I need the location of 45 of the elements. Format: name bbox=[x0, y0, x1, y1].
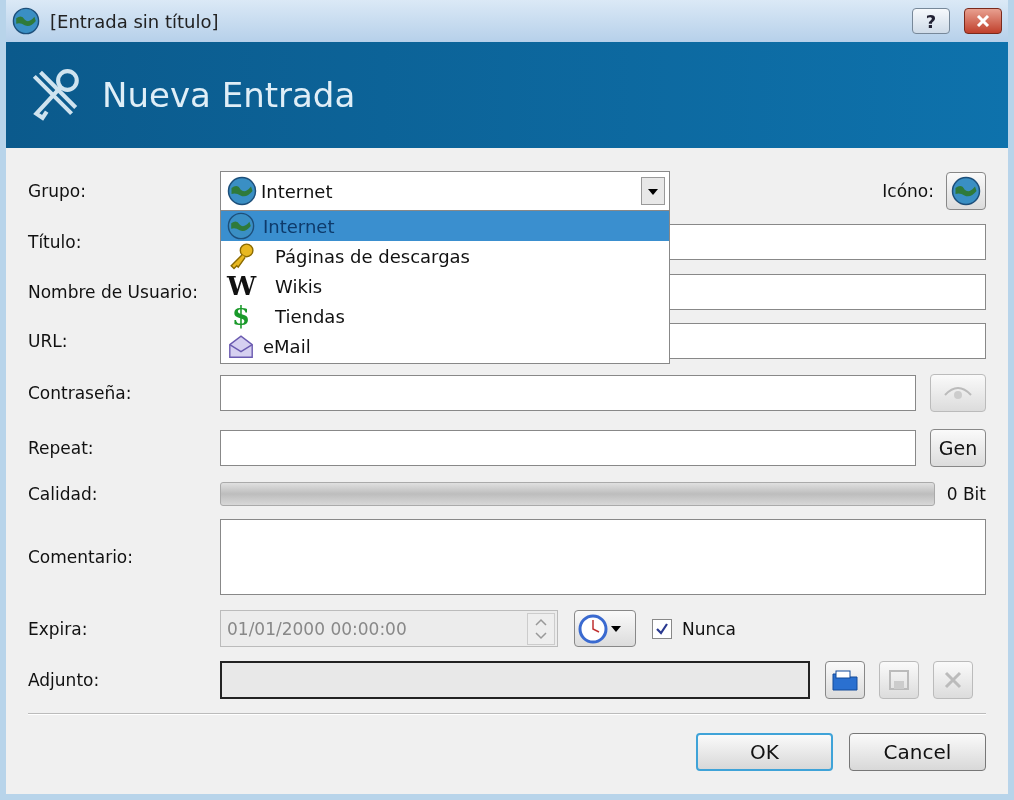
checkmark-icon bbox=[655, 621, 669, 636]
key-icon bbox=[227, 242, 255, 270]
caret-icon bbox=[641, 177, 665, 205]
field-label: URL: bbox=[28, 331, 69, 351]
comment-field[interactable] bbox=[220, 519, 986, 595]
icon-label: Icóno: bbox=[882, 181, 934, 201]
close-button[interactable] bbox=[964, 8, 1002, 34]
dropdown-option[interactable]: eMail bbox=[221, 331, 669, 361]
globe-icon bbox=[227, 212, 255, 240]
field-label: Contraseña: bbox=[28, 382, 133, 403]
repeat-password-field[interactable] bbox=[220, 429, 916, 466]
field-label: Repeat: bbox=[28, 437, 95, 458]
header-title: Nueva Entrada bbox=[102, 75, 356, 115]
field-label: Nombre de Usuario: bbox=[28, 282, 199, 302]
glyph-icon: W bbox=[227, 271, 255, 301]
delete-icon bbox=[942, 669, 964, 691]
cancel-button[interactable]: Cancel bbox=[849, 733, 986, 771]
folder-button[interactable] bbox=[825, 661, 865, 699]
attachment-field[interactable] bbox=[220, 661, 810, 699]
dropdown-option[interactable]: Páginas de descargas bbox=[221, 241, 669, 271]
caret-icon bbox=[611, 625, 621, 632]
field-label: Calidad: bbox=[28, 484, 99, 504]
date-picker-button[interactable] bbox=[574, 610, 636, 647]
globe-icon bbox=[12, 7, 40, 35]
group-dropdown[interactable]: Internet bbox=[220, 171, 670, 211]
field-label: Comentario: bbox=[28, 547, 134, 567]
close-icon bbox=[976, 15, 990, 27]
window-title: [Entrada sin título] bbox=[50, 10, 219, 32]
quality-reading: 0 Bit bbox=[946, 484, 986, 504]
dropdown-option[interactable]: $ Tiendas bbox=[221, 301, 669, 331]
generate-button[interactable]: Gen bbox=[930, 428, 986, 467]
folder-icon bbox=[832, 669, 858, 691]
field-label: Adjunto: bbox=[28, 670, 101, 690]
spinner-icon bbox=[527, 612, 555, 645]
globe-icon bbox=[951, 176, 981, 206]
field-label: Título: bbox=[28, 232, 83, 252]
ok-button[interactable]: OK bbox=[696, 733, 833, 771]
icon-picker-button[interactable] bbox=[946, 172, 986, 210]
password-field[interactable] bbox=[220, 374, 916, 411]
help-button[interactable]: ? bbox=[912, 8, 950, 34]
glyph-icon: $ bbox=[227, 301, 255, 331]
globe-icon bbox=[227, 176, 257, 206]
field-label: Grupo: bbox=[28, 181, 87, 201]
dropdown-option[interactable]: W Wikis bbox=[221, 271, 669, 301]
field-label: Expira: bbox=[28, 618, 89, 639]
